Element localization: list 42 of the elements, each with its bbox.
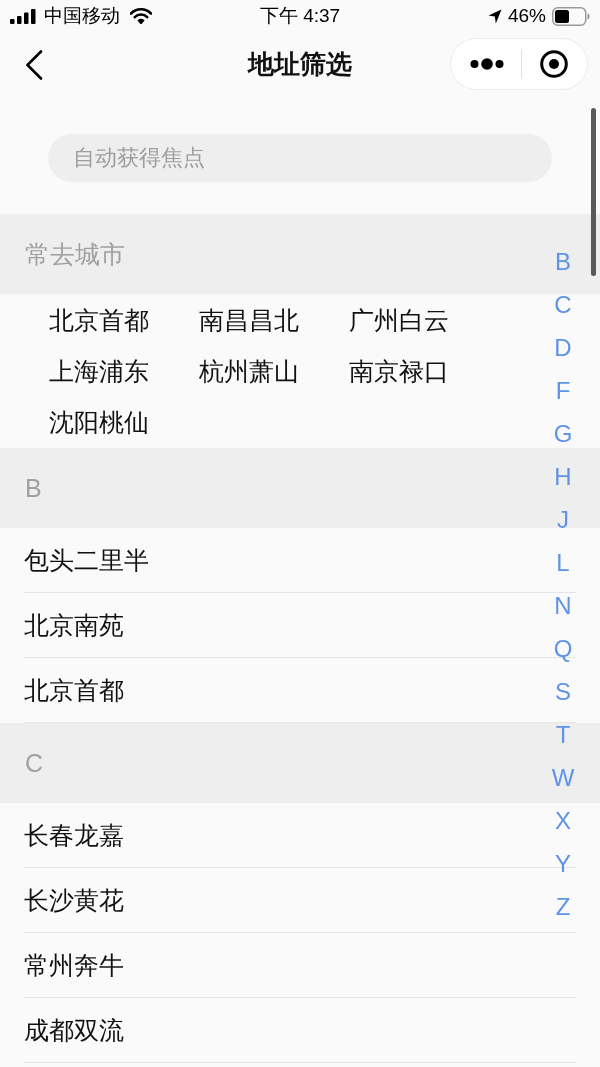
index-letter[interactable]: J [557, 498, 569, 541]
signal-icon [10, 8, 36, 24]
city-item[interactable]: 北京南苑 [24, 608, 124, 642]
more-icon[interactable] [469, 58, 504, 70]
index-letter[interactable]: T [555, 713, 571, 756]
city-item[interactable]: 长沙黄花 [24, 883, 124, 917]
location-arrow-icon [488, 8, 502, 24]
index-letter[interactable]: D [554, 326, 572, 369]
index-letter[interactable]: F [555, 369, 571, 412]
circle-dot-icon[interactable] [540, 50, 569, 78]
index-letter[interactable]: S [555, 670, 571, 713]
back-icon[interactable] [25, 50, 43, 80]
index-letter[interactable]: Y [555, 842, 571, 885]
city-item[interactable]: 长春龙嘉 [24, 818, 124, 852]
index-letter[interactable]: Z [555, 885, 571, 928]
city-option[interactable]: 沈阳桃仙 [49, 404, 149, 439]
index-letter[interactable]: W [551, 756, 575, 799]
index-letter[interactable]: C [554, 283, 572, 326]
city-option[interactable]: 南京禄口 [349, 353, 449, 388]
city-option[interactable]: 上海浦东 [49, 353, 149, 388]
index-letter[interactable]: X [555, 799, 571, 842]
search-field[interactable]: 自动获得焦点 [48, 134, 552, 182]
index-letter[interactable]: L [556, 541, 570, 584]
index-letter[interactable]: B [555, 240, 571, 283]
city-option[interactable]: 北京首都 [49, 302, 149, 337]
index-letter[interactable]: G [553, 412, 573, 455]
battery-icon [552, 6, 590, 26]
city-item[interactable]: 北京首都 [24, 673, 124, 707]
city-item[interactable]: 包头二里半 [24, 543, 149, 577]
wifi-icon [130, 8, 152, 24]
index-letter[interactable]: H [554, 455, 572, 498]
city-option[interactable]: 南昌昌北 [199, 302, 299, 337]
index-letter[interactable]: Q [553, 627, 573, 670]
battery-percent: 46% [508, 5, 546, 27]
index-letter[interactable]: N [554, 584, 572, 627]
city-item[interactable]: 成都双流 [24, 1013, 124, 1047]
page-title: 地址筛选 [248, 48, 352, 80]
carrier-name: 中国移动 [44, 5, 120, 27]
status-time: 下午 4:37 [259, 5, 341, 27]
city-option[interactable]: 广州白云 [349, 302, 449, 337]
city-option[interactable]: 杭州萧山 [199, 353, 299, 388]
city-item[interactable]: 常州奔牛 [24, 948, 124, 982]
